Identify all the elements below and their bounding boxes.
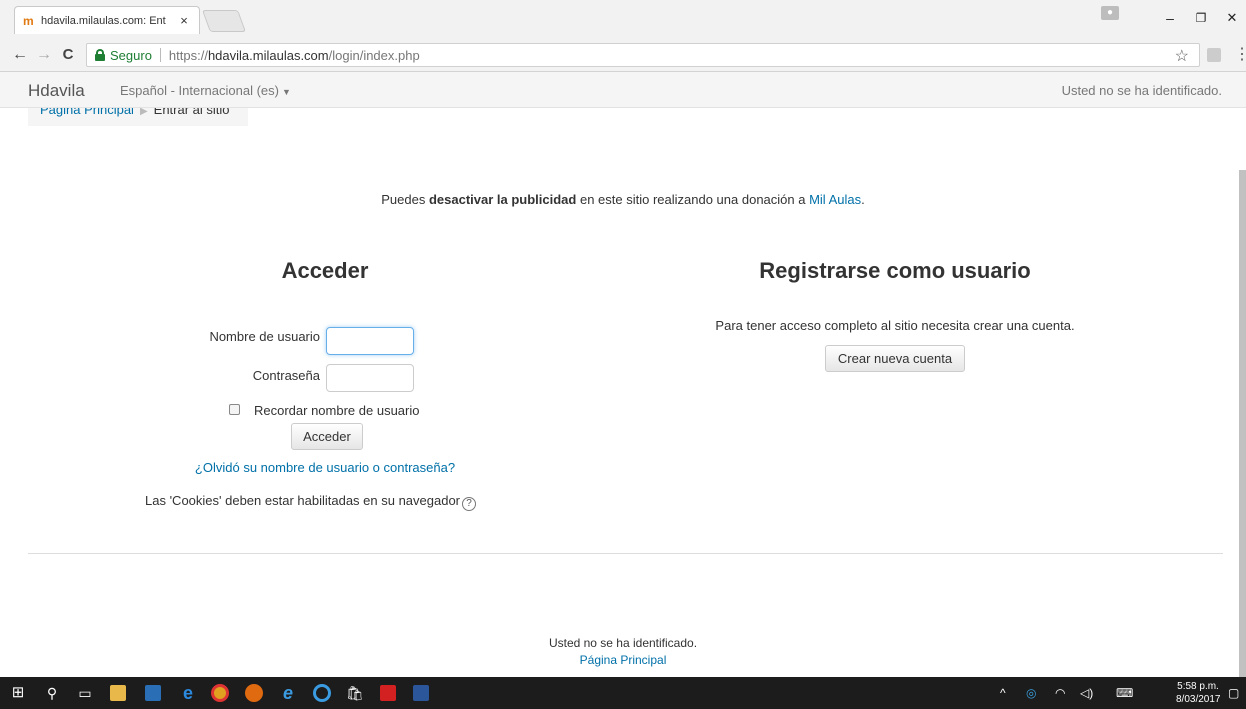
username-input[interactable]: [326, 327, 414, 355]
volume-icon[interactable]: ◁): [1080, 685, 1093, 701]
media-player-icon[interactable]: [145, 685, 161, 701]
remember-username-label[interactable]: Recordar nombre de usuario: [254, 403, 419, 418]
tab-close-icon[interactable]: ×: [177, 13, 191, 28]
caret-down-icon: ▼: [281, 87, 291, 97]
cortana-app-icon[interactable]: [313, 684, 331, 702]
address-row: ← → C Seguro https://hdavila.milaulas.co…: [0, 38, 1246, 72]
task-view-icon[interactable]: ▭: [75, 683, 95, 703]
browser-tabstrip: m hdavila.milaulas.com: Ent × ● – ❐ ✕: [0, 0, 1246, 38]
browser-tab[interactable]: m hdavila.milaulas.com: Ent ×: [14, 6, 200, 34]
secure-label: Seguro: [110, 47, 152, 63]
site-navbar: Hdavila Español - Internacional (es) ▼ Us…: [0, 72, 1246, 108]
help-icon[interactable]: ?: [462, 497, 477, 511]
username-label: Nombre de usuario: [209, 329, 320, 344]
url-text: https://hdavila.milaulas.com/login/index…: [168, 47, 420, 63]
breadcrumb-home-link[interactable]: Página Principal: [40, 108, 134, 117]
tray-expand-icon[interactable]: ^: [1000, 685, 1006, 701]
login-button[interactable]: Acceder: [291, 423, 363, 450]
forward-icon[interactable]: →: [34, 45, 54, 65]
password-input[interactable]: [326, 364, 414, 392]
page-scrollbar[interactable]: [1239, 170, 1246, 677]
password-label: Contraseña: [252, 368, 320, 383]
notifications-icon[interactable]: ▢: [1228, 685, 1239, 701]
separator: [159, 48, 161, 62]
search-icon[interactable]: ⚲: [42, 683, 62, 703]
wifi-icon[interactable]: ◠: [1055, 685, 1065, 701]
login-status: Usted no se ha identificado.: [1061, 83, 1222, 98]
site-brand[interactable]: Hdavila: [28, 81, 85, 101]
firefox-icon[interactable]: [245, 684, 263, 702]
new-tab-button[interactable]: [201, 10, 247, 32]
register-description: Para tener acceso completo al sitio nece…: [715, 318, 1075, 333]
windows-start-icon[interactable]: ⊞: [8, 683, 28, 703]
store-icon[interactable]: 🛍: [345, 683, 365, 703]
minimize-button[interactable]: –: [1158, 8, 1182, 28]
taskbar-clock[interactable]: 5:58 p.m. 8/03/2017: [1176, 680, 1221, 706]
back-icon[interactable]: ←: [10, 45, 30, 65]
footer-home-link[interactable]: Página Principal: [0, 653, 1246, 667]
cortana-tray-icon[interactable]: ◎: [1026, 685, 1036, 701]
cookies-notice: Las 'Cookies' deben estar habilitadas en…: [145, 493, 477, 511]
mil-aulas-link[interactable]: Mil Aulas: [809, 192, 861, 207]
close-window-button[interactable]: ✕: [1220, 8, 1244, 28]
internet-explorer-icon[interactable]: e: [278, 683, 298, 703]
divider-line: [28, 553, 1223, 554]
forgot-password-link[interactable]: ¿Olvidó su nombre de usuario o contraseñ…: [0, 460, 650, 475]
breadcrumb-divider-icon: ▶: [139, 108, 148, 117]
breadcrumb-current: Entrar al sitio: [153, 108, 230, 117]
windows-taskbar: ⊞ ⚲ ▭ e e 🛍 ^ ◎ ◠ ◁) ⌨ 5:58 p.m. 8/03/20…: [0, 677, 1246, 709]
keyboard-icon[interactable]: ⌨: [1116, 685, 1133, 701]
tab-title: hdavila.milaulas.com: Ent: [41, 14, 166, 27]
browser-menu-icon[interactable]: ⋮: [1234, 46, 1246, 64]
chrome-icon[interactable]: [211, 684, 229, 702]
login-title: Acceder: [281, 258, 369, 283]
bookmark-star-icon[interactable]: ☆: [1175, 46, 1189, 66]
footer-login-status: Usted no se ha identificado.: [548, 636, 698, 650]
maximize-button[interactable]: ❐: [1189, 8, 1213, 28]
lock-icon: [95, 49, 105, 61]
create-account-button[interactable]: Crear nueva cuenta: [825, 345, 965, 372]
file-explorer-icon[interactable]: [110, 685, 126, 701]
breadcrumb: Página Principal ▶ Entrar al sitio: [28, 108, 248, 126]
address-bar[interactable]: Seguro https://hdavila.milaulas.com/logi…: [86, 43, 1200, 67]
moodle-favicon-icon: m: [23, 13, 34, 28]
remember-username-checkbox[interactable]: [229, 404, 240, 415]
register-title: Registrarse como usuario: [759, 258, 1031, 283]
language-menu[interactable]: Español - Internacional (es) ▼: [120, 83, 291, 98]
word-icon[interactable]: [413, 685, 429, 701]
reload-icon[interactable]: C: [58, 45, 78, 65]
extension-icon[interactable]: [1207, 48, 1221, 62]
ad-notice: Puedes desactivar la publicidad en este …: [381, 192, 865, 207]
edge-browser-icon[interactable]: e: [178, 683, 198, 703]
profile-icon[interactable]: ●: [1101, 6, 1119, 20]
acrobat-icon[interactable]: [380, 685, 396, 701]
